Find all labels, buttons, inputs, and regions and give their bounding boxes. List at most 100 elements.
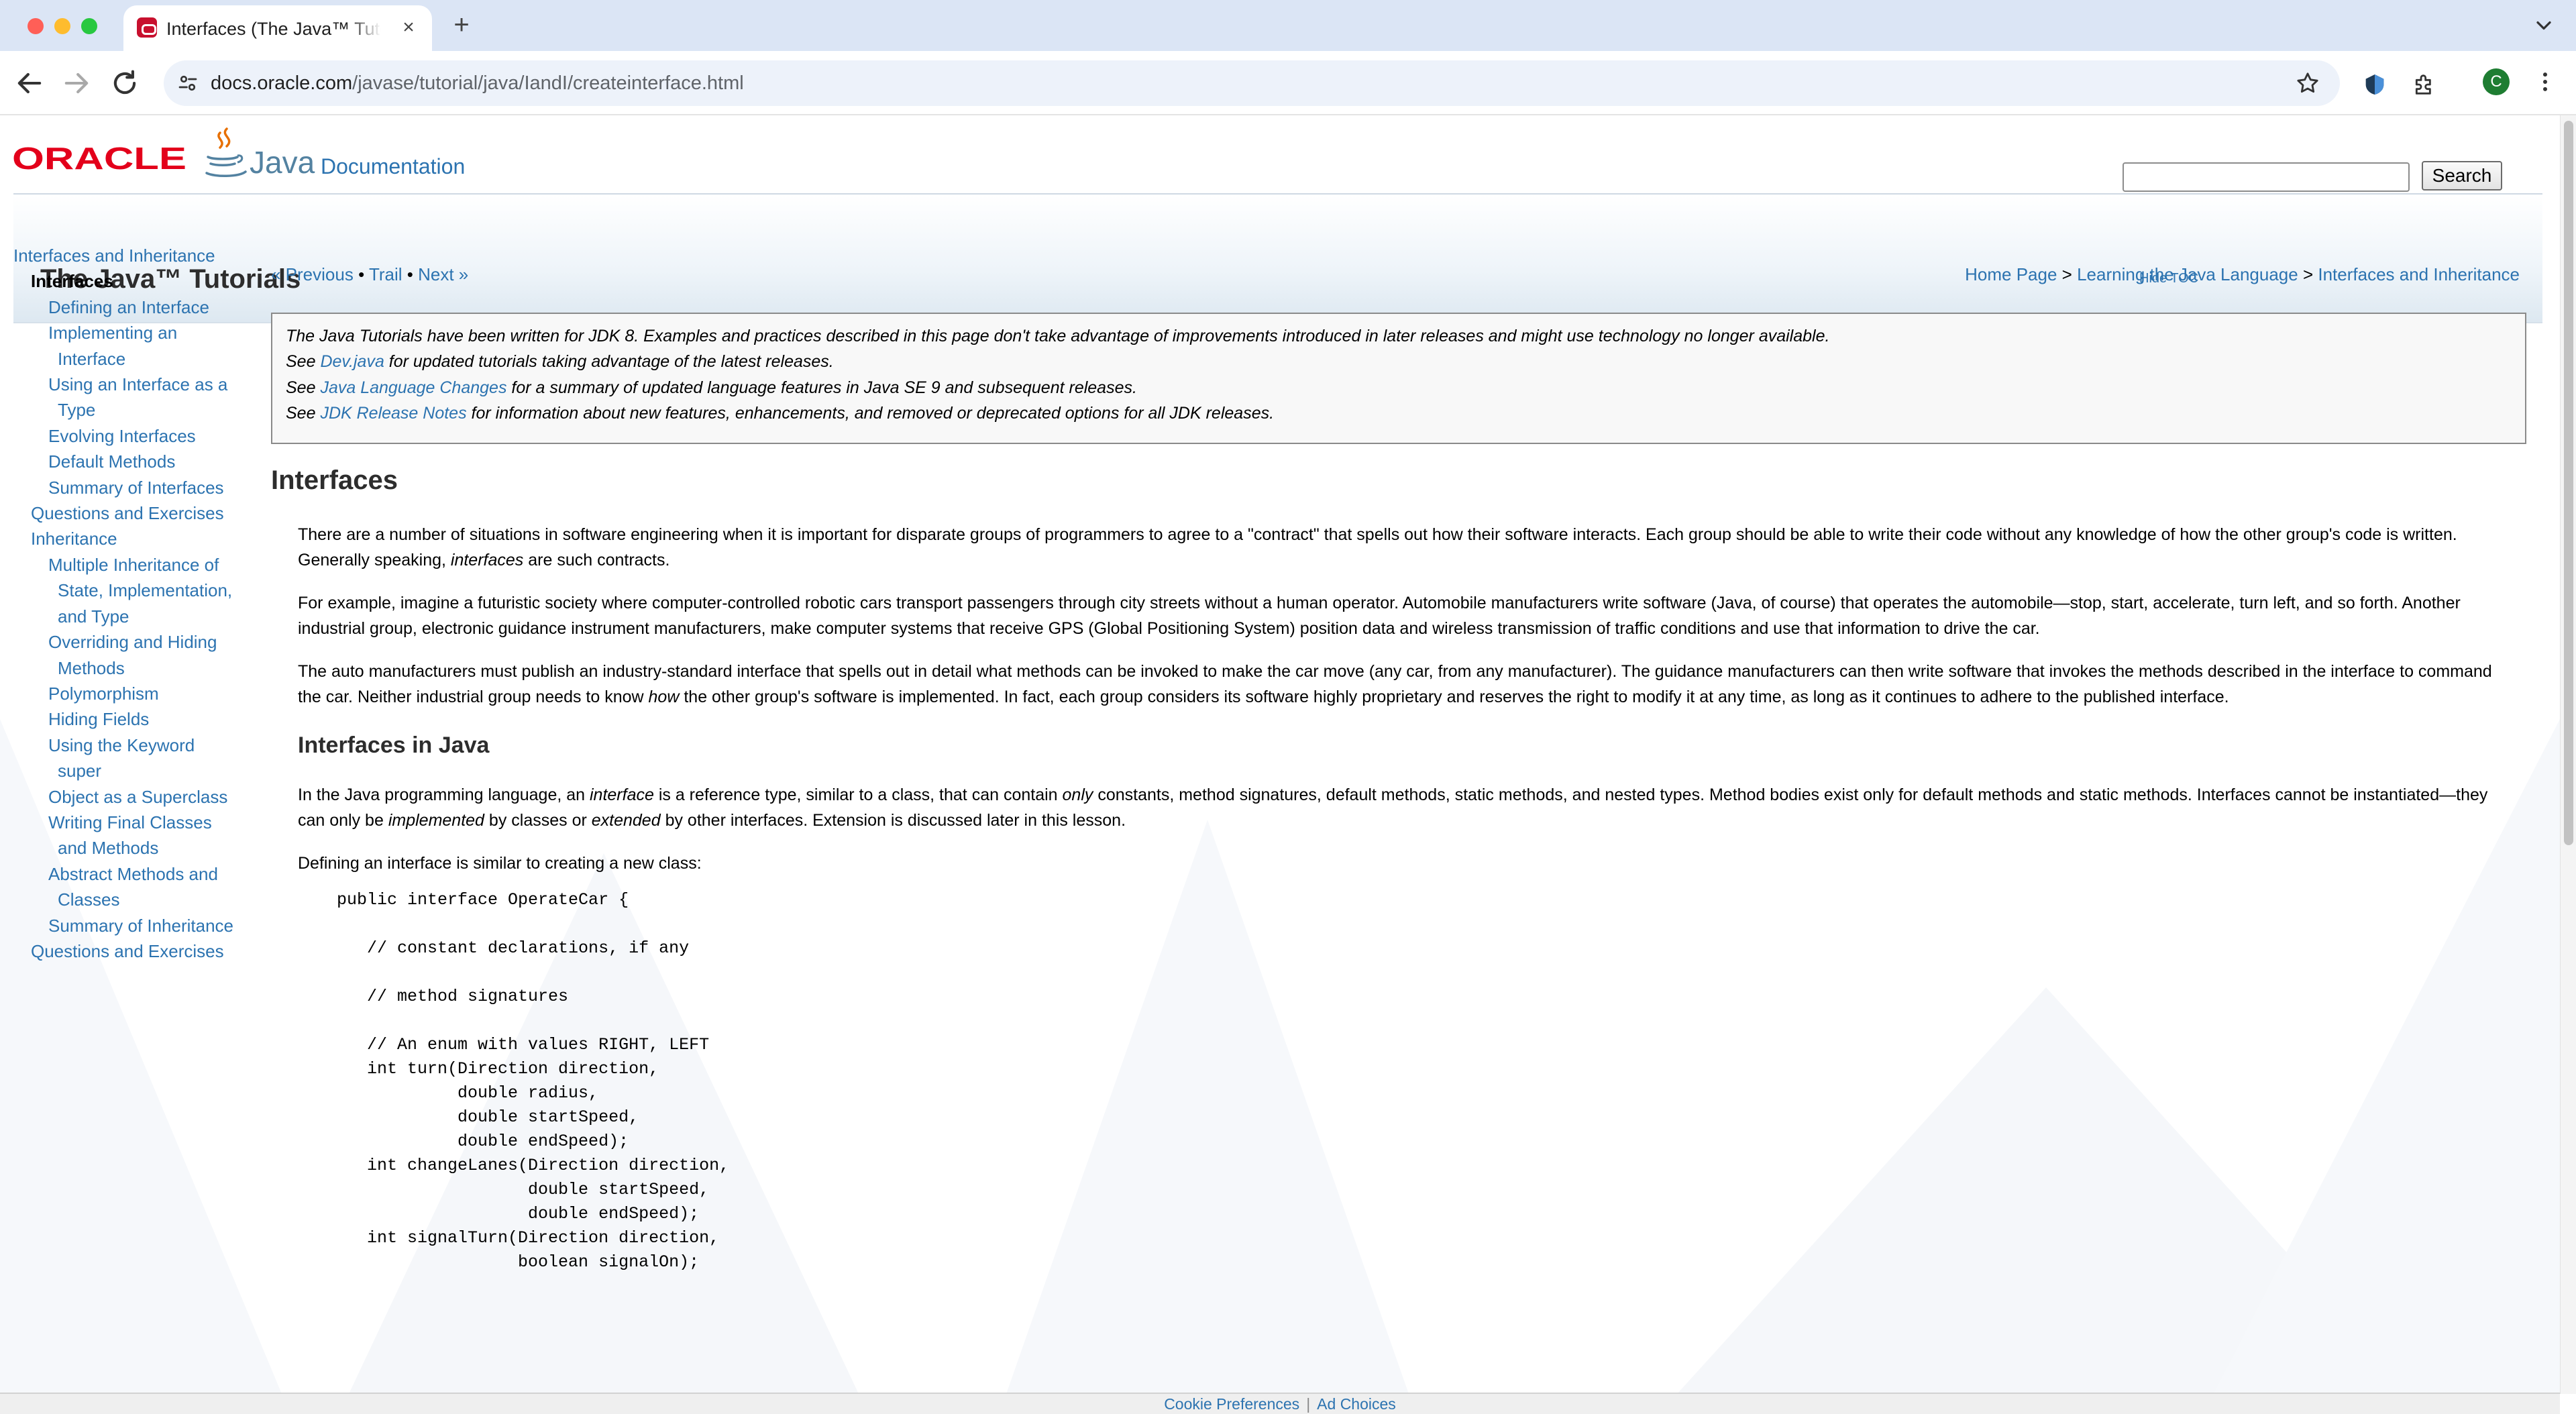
tutorials-banner: The Java™ Tutorials bbox=[13, 195, 2542, 323]
toc-item[interactable]: super bbox=[13, 758, 241, 783]
code-block: public interface OperateCar { // constan… bbox=[337, 890, 730, 1272]
toc-item[interactable]: Summary of Inheritance bbox=[13, 913, 241, 938]
paragraph-text: are such contracts. bbox=[523, 551, 670, 570]
nav-separator: • bbox=[407, 264, 413, 284]
toc-item[interactable]: Polymorphism bbox=[13, 681, 241, 706]
page-scrollbar[interactable] bbox=[2560, 115, 2576, 1394]
notice-text: See bbox=[286, 352, 321, 372]
oracle-favicon-icon bbox=[137, 17, 157, 38]
new-tab-icon[interactable]: + bbox=[447, 11, 476, 40]
window-close-button[interactable] bbox=[28, 18, 44, 34]
browser-toolbar: docs.oracle.com/javase/tutorial/java/Ian… bbox=[0, 51, 2576, 115]
toc-item[interactable]: Using an Interface as a bbox=[13, 372, 241, 397]
paragraph: For example, imagine a futuristic societ… bbox=[298, 594, 2461, 639]
toc-item[interactable]: Default Methods bbox=[13, 449, 241, 474]
tune-icon[interactable] bbox=[176, 71, 200, 95]
previous-link[interactable]: « Previous bbox=[271, 264, 354, 284]
paragraph-text: is a reference type, similar to a class,… bbox=[653, 785, 1063, 804]
url-text[interactable]: docs.oracle.com/javase/tutorial/java/Ian… bbox=[211, 72, 744, 95]
toc-item[interactable]: Writing Final Classes bbox=[13, 810, 241, 835]
toc-item[interactable]: Classes bbox=[13, 887, 241, 912]
trail-link[interactable]: Trail bbox=[369, 264, 402, 284]
kebab-menu-icon[interactable] bbox=[2532, 68, 2559, 95]
release-notes-link[interactable]: JDK Release Notes bbox=[320, 404, 466, 423]
paragraph-text: by other interfaces. Extension is discus… bbox=[660, 811, 1126, 830]
puzzle-icon[interactable] bbox=[2411, 71, 2438, 98]
paragraph: The auto manufacturers must publish an i… bbox=[298, 659, 2512, 710]
emphasis: extended bbox=[591, 811, 661, 830]
java-logo[interactable]: Java bbox=[201, 126, 315, 186]
notice-text: for information about new features, enha… bbox=[466, 404, 1275, 423]
oracle-logo[interactable]: ORACLE bbox=[12, 145, 188, 172]
emphasis: only bbox=[1062, 785, 1093, 804]
tab-search-chevron-icon[interactable] bbox=[2532, 13, 2556, 38]
jdk8-notice: The Java Tutorials have been written for… bbox=[271, 313, 2526, 444]
paragraph-text: the other group's software is implemente… bbox=[679, 688, 2229, 707]
scrollbar-thumb[interactable] bbox=[2564, 121, 2573, 845]
breadcrumb-learning[interactable]: Learning the Java Language bbox=[2077, 264, 2298, 284]
trail-navigation: « Previous • Trail • Next » bbox=[271, 264, 468, 285]
dev-java-link[interactable]: Dev.java bbox=[320, 352, 384, 371]
forward-arrow-icon[interactable] bbox=[59, 66, 94, 101]
next-link[interactable]: Next » bbox=[418, 264, 468, 284]
search-button[interactable]: Search bbox=[2422, 161, 2502, 191]
toc-item[interactable]: Implementing an bbox=[13, 320, 241, 345]
toc-item[interactable]: Questions and Exercises bbox=[13, 938, 241, 964]
toc-item[interactable]: and Type bbox=[13, 604, 241, 629]
toc-item[interactable]: Summary of Interfaces bbox=[13, 475, 241, 500]
toc-item[interactable]: Interfaces and Inheritance bbox=[13, 243, 241, 268]
search-input[interactable] bbox=[2123, 162, 2410, 192]
toc-item[interactable]: and Methods bbox=[13, 835, 241, 861]
toc-item[interactable]: Hiding Fields bbox=[13, 706, 241, 732]
reload-icon[interactable] bbox=[107, 66, 142, 101]
paragraph-text: In the Java programming language, an bbox=[298, 785, 590, 804]
notice-text: for updated tutorials taking advantage o… bbox=[384, 352, 834, 372]
emphasis: interface bbox=[590, 785, 654, 804]
toc-item[interactable]: Overriding and Hiding bbox=[13, 629, 241, 655]
footer-separator: | bbox=[1306, 1395, 1311, 1413]
breadcrumb-interfaces[interactable]: Interfaces and Inheritance bbox=[2318, 264, 2520, 284]
window-minimize-button[interactable] bbox=[54, 18, 70, 34]
extension-shield-icon[interactable] bbox=[2361, 71, 2388, 98]
toc-item[interactable]: Multiple Inheritance of bbox=[13, 552, 241, 578]
toc-item[interactable]: Object as a Superclass bbox=[13, 784, 241, 810]
notice-text: See bbox=[286, 378, 321, 397]
star-icon[interactable] bbox=[2294, 70, 2321, 97]
cookie-preferences-link[interactable]: Cookie Preferences bbox=[1164, 1395, 1299, 1413]
emphasis: how bbox=[648, 688, 680, 707]
notice-text: See bbox=[286, 404, 321, 423]
toc-item[interactable]: Using the Keyword bbox=[13, 732, 241, 758]
breadcrumb-home[interactable]: Home Page bbox=[1965, 264, 2057, 284]
tab-close-icon[interactable]: × bbox=[397, 16, 420, 39]
paragraph: There are a number of situations in soft… bbox=[298, 522, 2512, 574]
toc-item[interactable]: Type bbox=[13, 397, 241, 423]
toc-item[interactable]: Questions and Exercises bbox=[13, 500, 241, 526]
browser-tab-strip: Interfaces (The Java™ Tutorials × + bbox=[0, 0, 2576, 51]
toc-item[interactable]: Inheritance bbox=[13, 526, 241, 551]
notice-line: The Java Tutorials have been written for… bbox=[286, 327, 1830, 345]
breadcrumb-separator: > bbox=[2061, 264, 2072, 284]
toc-item[interactable]: State, Implementation, bbox=[13, 578, 241, 603]
toc-item[interactable]: Methods bbox=[13, 655, 241, 681]
profile-avatar[interactable]: C bbox=[2483, 68, 2510, 95]
url-domain: docs.oracle.com bbox=[211, 72, 353, 94]
language-changes-link[interactable]: Java Language Changes bbox=[320, 378, 506, 397]
toc-item[interactable]: Abstract Methods and bbox=[13, 861, 241, 887]
oracle-logo-text: ORACLE bbox=[12, 145, 186, 172]
ad-choices-link[interactable]: Ad Choices bbox=[1317, 1395, 1396, 1413]
toc-item[interactable]: Interface bbox=[13, 346, 241, 372]
paragraph: Defining an interface is similar to crea… bbox=[298, 854, 702, 873]
toc-item[interactable]: Defining an Interface bbox=[13, 294, 241, 320]
documentation-label[interactable]: Documentation bbox=[321, 154, 465, 179]
browser-tab-active[interactable]: Interfaces (The Java™ Tutorials × bbox=[123, 5, 432, 51]
address-bar[interactable]: docs.oracle.com/javase/tutorial/java/Ian… bbox=[164, 60, 2340, 106]
toc-item[interactable]: Evolving Interfaces bbox=[13, 423, 241, 449]
java-logo-text: Java bbox=[250, 145, 315, 180]
table-of-contents: Interfaces and Inheritance Interfaces Defi… bbox=[13, 243, 241, 964]
back-arrow-icon[interactable] bbox=[12, 66, 47, 101]
breadcrumb-separator: > bbox=[2302, 264, 2314, 284]
toc-item: Interfaces bbox=[31, 271, 113, 292]
emphasis: interfaces bbox=[450, 551, 524, 570]
notice-line: See Java Language Changes for a summary … bbox=[286, 375, 2512, 400]
window-zoom-button[interactable] bbox=[81, 18, 97, 34]
